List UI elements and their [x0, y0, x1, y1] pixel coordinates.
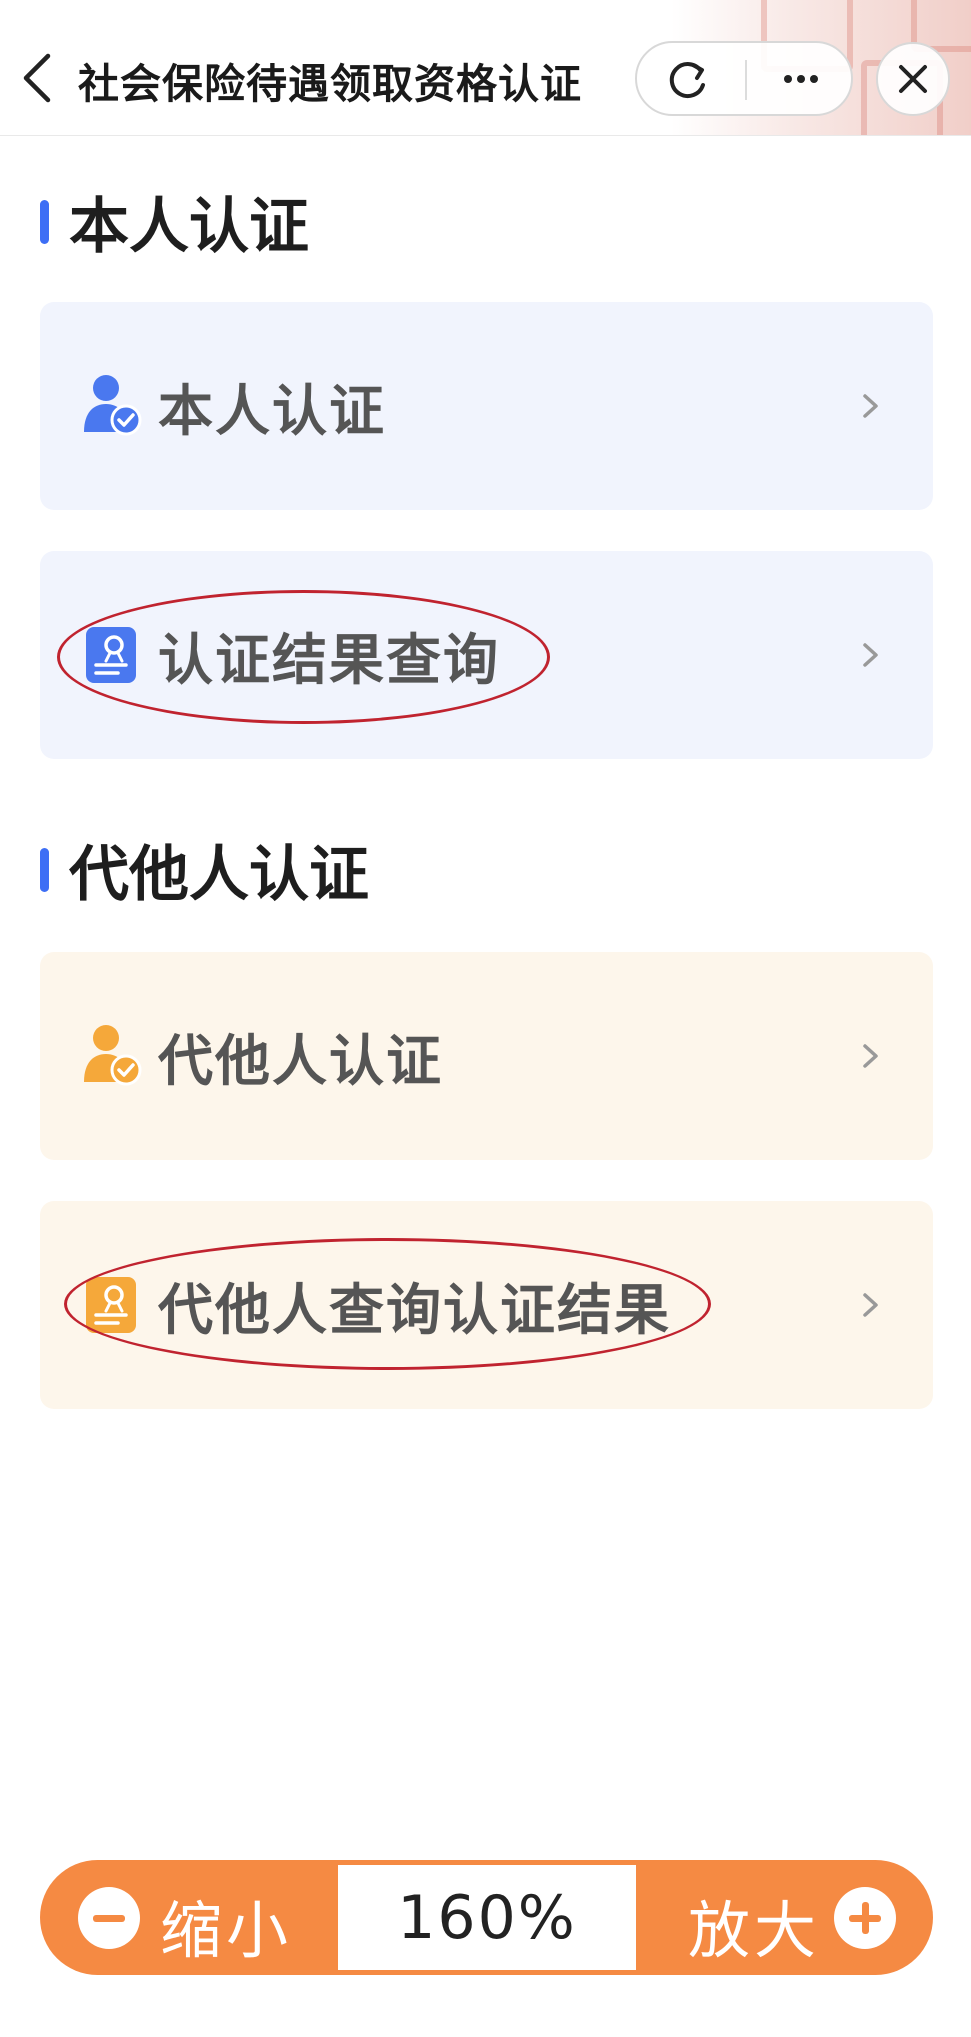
close-button[interactable]	[876, 42, 950, 116]
mini-program-capsule	[635, 41, 853, 116]
zoom-out-button[interactable]: 缩小	[40, 1860, 338, 1975]
refresh-button[interactable]	[637, 43, 745, 114]
user-check-icon	[84, 375, 142, 436]
menu-item-label: 代他人查询认证结果	[158, 1278, 672, 1342]
chevron-right-icon	[863, 1044, 878, 1068]
page-title: 社会保险待遇领取资格认证	[78, 60, 582, 108]
certificate-icon	[86, 1277, 136, 1333]
refresh-icon	[669, 62, 705, 99]
section-title-text: 本人认证	[69, 192, 309, 262]
zoom-value: 160%	[338, 1865, 636, 1970]
menu-item-label: 本人认证	[158, 379, 387, 443]
section-accent-bar	[40, 199, 49, 244]
user-check-icon	[84, 1025, 142, 1086]
zoom-in-button[interactable]: 放大	[636, 1860, 933, 1975]
back-button[interactable]	[18, 48, 58, 108]
more-button[interactable]	[747, 43, 855, 114]
section-title-self: 本人认证	[40, 178, 309, 265]
section-accent-bar	[40, 847, 49, 892]
minus-icon	[78, 1887, 140, 1949]
chevron-right-icon	[863, 643, 878, 667]
menu-item-others-result-query[interactable]: 代他人查询认证结果	[40, 1201, 933, 1409]
chevron-left-icon	[23, 53, 51, 103]
plus-icon	[834, 1887, 896, 1949]
menu-item-label: 认证结果查询	[158, 628, 501, 692]
menu-item-others-auth[interactable]: 代他人认证	[40, 952, 933, 1160]
menu-item-label: 代他人认证	[158, 1029, 444, 1093]
section-title-text: 代他人认证	[69, 840, 369, 910]
menu-item-self-auth[interactable]: 本人认证	[40, 302, 933, 510]
menu-item-self-result-query[interactable]: 认证结果查询	[40, 551, 933, 759]
more-dots-icon	[784, 75, 818, 83]
zoom-control: 缩小 160% 放大	[40, 1860, 933, 1975]
close-icon	[899, 65, 927, 93]
section-title-others: 代他人认证	[40, 826, 369, 913]
zoom-out-label: 缩小	[160, 1894, 293, 1967]
zoom-in-label: 放大	[688, 1894, 821, 1967]
certificate-icon	[86, 627, 136, 683]
chevron-right-icon	[863, 1293, 878, 1317]
chevron-right-icon	[863, 394, 878, 418]
navigation-bar: 社会保险待遇领取资格认证	[0, 0, 971, 136]
